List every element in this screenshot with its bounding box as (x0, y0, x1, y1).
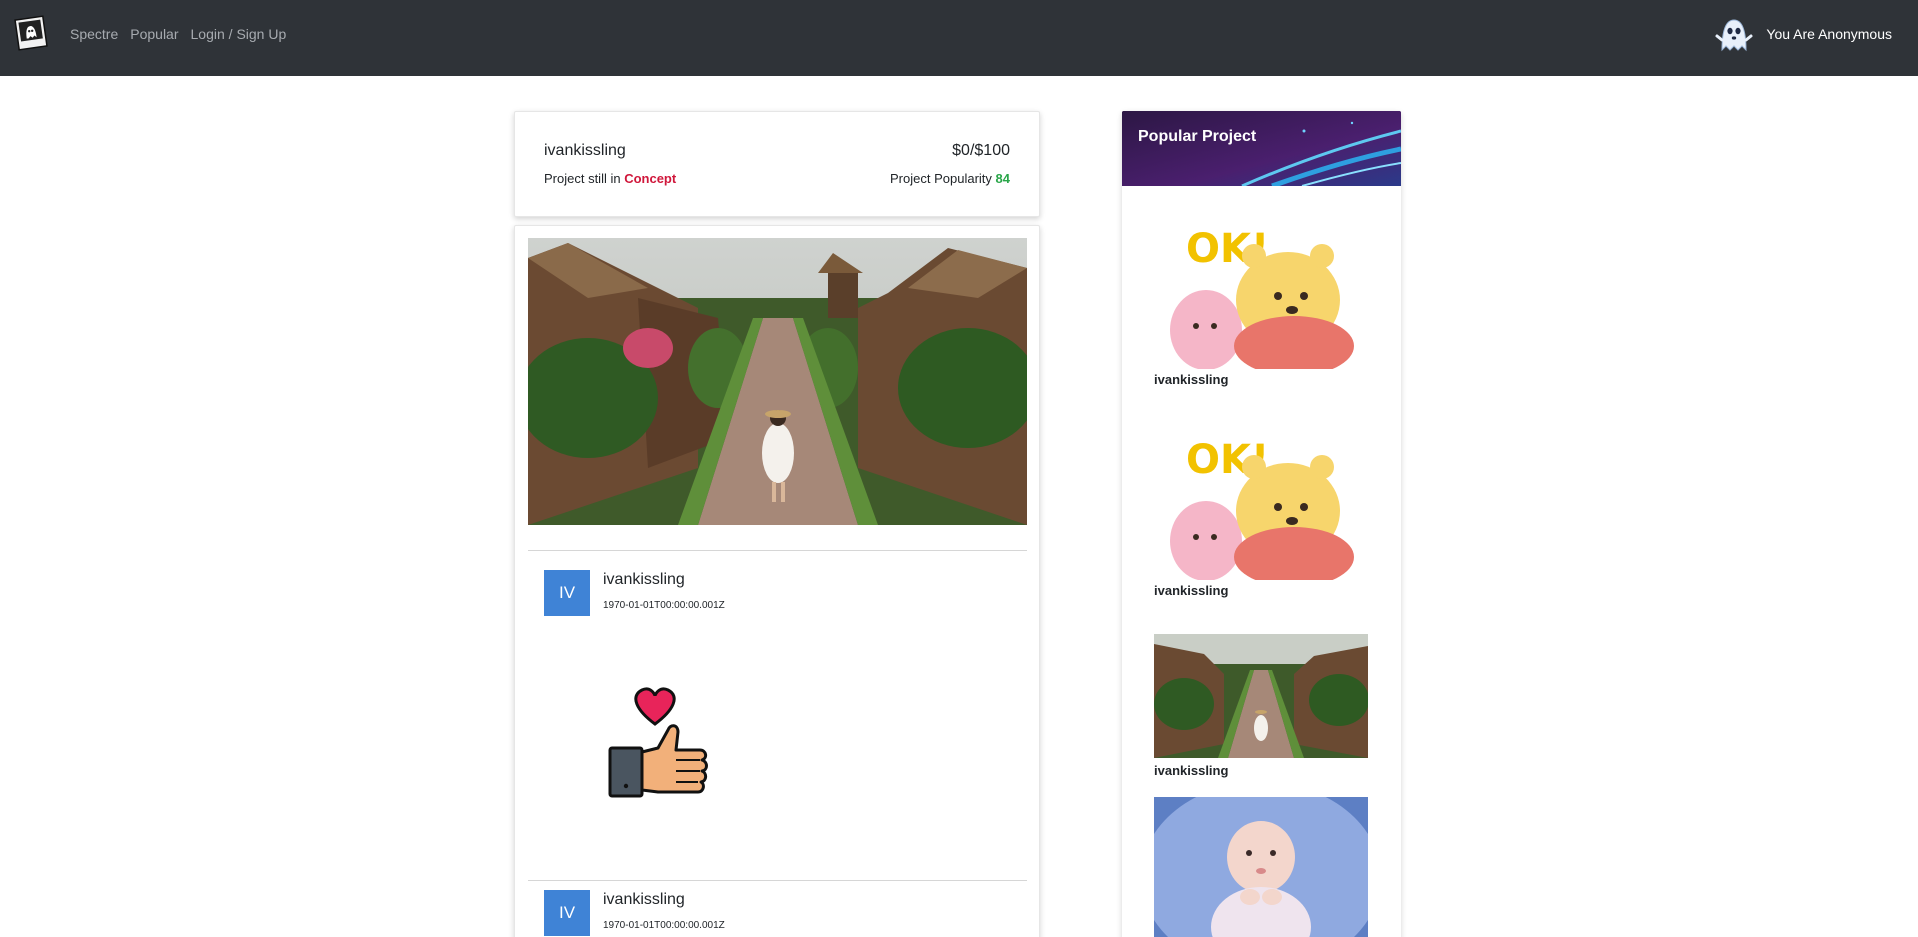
project-funding: $0/$100 (952, 142, 1010, 159)
post-author[interactable]: ivankissling (603, 571, 685, 589)
pooh-ok-sticker: OK! (1154, 218, 1368, 369)
nav-link-popular[interactable]: Popular (130, 26, 178, 42)
ghost-polaroid-icon[interactable] (12, 14, 50, 52)
project-stage: Project still in Concept (544, 171, 676, 186)
popular-project-item[interactable]: ivankissling (1154, 634, 1368, 778)
top-navbar: Spectre Popular Login / Sign Up You Are … (0, 0, 1918, 76)
avatar[interactable]: IV (544, 570, 590, 616)
post-author[interactable]: ivankissling (603, 891, 685, 909)
popular-projects-sidebar: Popular Project OK! ivankissling OK! iva… (1122, 111, 1401, 937)
thumbs-up-heart-icon (608, 687, 708, 798)
feed-post: IV ivankissling 1970-01-01T00:00:00.001Z (528, 880, 1027, 937)
nav-link-spectre[interactable]: Spectre (70, 26, 118, 42)
post-timestamp: 1970-01-01T00:00:00.001Z (603, 600, 725, 611)
pooh-ok-sticker: OK! (1154, 429, 1368, 580)
sidebar-title: Popular Project (1138, 128, 1257, 145)
project-stage-value: Concept (624, 171, 677, 186)
baby-photo (1154, 797, 1368, 937)
project-owner[interactable]: ivankissling (544, 142, 626, 160)
project-popularity-value: 84 (995, 171, 1010, 186)
village-path-photo[interactable] (528, 238, 1027, 525)
sidebar-header: Popular Project (1122, 111, 1401, 186)
popular-project-item[interactable]: OK! ivankissling (1154, 429, 1368, 598)
village-path-photo (1154, 634, 1368, 758)
popular-project-author[interactable]: ivankissling (1154, 583, 1228, 598)
project-feed-card: IV ivankissling 1970-01-01T00:00:00.001Z… (514, 225, 1040, 937)
ghost-icon (1715, 19, 1753, 52)
popular-project-item[interactable]: OK! ivankissling (1154, 218, 1368, 387)
avatar[interactable]: IV (544, 890, 590, 936)
nav-link-login-signup[interactable]: Login / Sign Up (191, 26, 287, 42)
project-popularity: Project Popularity 84 (890, 171, 1010, 186)
post-timestamp: 1970-01-01T00:00:00.001Z (603, 920, 725, 931)
feed-divider (528, 550, 1027, 551)
popular-project-item[interactable] (1154, 797, 1368, 937)
user-status-label: You Are Anonymous (1766, 26, 1892, 42)
project-popularity-prefix: Project Popularity (890, 171, 992, 186)
project-stage-prefix: Project still in (544, 171, 621, 186)
popular-project-author[interactable]: ivankissling (1154, 372, 1228, 387)
user-menu[interactable]: You Are Anonymous (1714, 14, 1892, 54)
sidebar-header-background (1122, 111, 1401, 186)
feed-post: IV ivankissling 1970-01-01T00:00:00.001Z (528, 560, 1027, 880)
project-summary-card: ivankissling $0/$100 Project still in Co… (514, 111, 1040, 217)
popular-project-author[interactable]: ivankissling (1154, 763, 1228, 778)
